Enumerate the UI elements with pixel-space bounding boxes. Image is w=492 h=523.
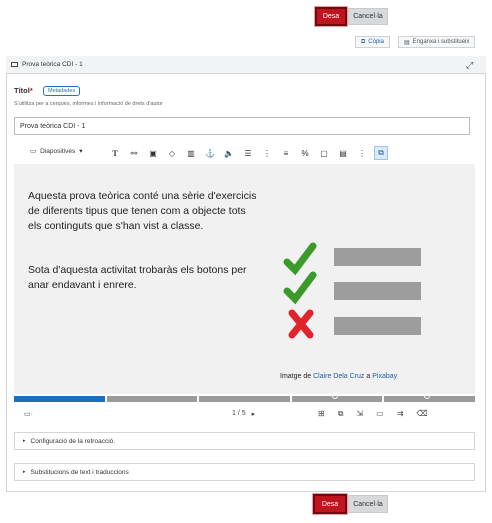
cross-mark bbox=[288, 309, 314, 339]
expand-icon[interactable]: ⤢ bbox=[466, 60, 473, 71]
line-bar-2 bbox=[334, 282, 421, 300]
save-button-bottom[interactable]: Desa bbox=[313, 494, 347, 514]
slide-settings-icon[interactable]: ▭· bbox=[24, 410, 33, 418]
paste-replace-button[interactable]: ▤ Enganxa i substitueix bbox=[398, 36, 476, 48]
anchor-icon[interactable]: ⚓ bbox=[203, 146, 217, 160]
slide-paragraph-2: Sota d'aquesta activitat trobaràs els bo… bbox=[28, 264, 247, 291]
feedback-accordion[interactable]: ▸ Configuració de la retroacció. bbox=[14, 432, 475, 450]
checklist-image bbox=[283, 242, 421, 339]
cancel-button-top[interactable]: Cancel·la bbox=[348, 8, 388, 25]
chevron-right-icon: ▸ bbox=[23, 438, 26, 444]
link-icon[interactable]: ⚯ bbox=[127, 146, 141, 160]
numbered-list-icon[interactable]: ⋮ bbox=[260, 146, 274, 160]
text-icon[interactable]: T bbox=[108, 146, 122, 160]
cancel-button-bottom[interactable]: Cancel·la bbox=[348, 495, 388, 513]
progress-segment-3[interactable] bbox=[199, 396, 290, 402]
card-title: Prova teòrica CDI - 1 bbox=[11, 61, 83, 68]
comment-slide-icon[interactable]: ▭ bbox=[376, 409, 384, 419]
slide-paragraph-1: Aquesta prova teòrica conté una sèrie d'… bbox=[28, 190, 257, 232]
title-help-text: S'utilitza per a cerques, informes i inf… bbox=[14, 101, 163, 107]
slide-pager: 1 / 5 ▸ bbox=[232, 410, 256, 418]
copy-button[interactable]: ⧉ Còpia bbox=[355, 36, 390, 48]
shapes-icon[interactable]: ◇ bbox=[165, 146, 179, 160]
duplicate-slide-icon[interactable]: ⧉ bbox=[338, 409, 344, 419]
save-button-top[interactable]: Desa bbox=[315, 7, 347, 26]
copy-slide-icon[interactable]: ⧉ bbox=[374, 146, 388, 160]
clipboard-icon: ▤ bbox=[404, 39, 410, 46]
line-bar-1 bbox=[334, 248, 421, 266]
slide-progress bbox=[14, 393, 475, 402]
title-label: Títol* bbox=[14, 86, 33, 95]
align-icon[interactable]: ☰ bbox=[241, 146, 255, 160]
chevron-down-icon: ▾ bbox=[79, 148, 83, 155]
substitutions-accordion[interactable]: ▸ Substitucions de text i traduccions bbox=[14, 463, 475, 481]
title-input[interactable]: Prova teòrica CDI - 1 bbox=[14, 117, 470, 135]
check-mark-2 bbox=[283, 271, 317, 305]
metadata-button[interactable]: Metadades bbox=[43, 86, 81, 96]
slides-dropdown[interactable]: ▭ Diapositives ▾ bbox=[30, 147, 83, 156]
monitor-icon bbox=[11, 62, 18, 67]
move-slide-icon[interactable]: ⇉ bbox=[397, 409, 404, 419]
bullet-list-icon[interactable]: ≡ bbox=[279, 146, 293, 160]
audio-icon[interactable]: 🔈 bbox=[222, 146, 236, 160]
check-mark-1 bbox=[283, 242, 317, 276]
next-slide-icon[interactable]: ▸ bbox=[252, 410, 256, 418]
line-bar-3 bbox=[334, 317, 421, 335]
add-slide-icon[interactable]: ⊞ bbox=[318, 409, 325, 419]
progress-segment-1[interactable] bbox=[14, 396, 105, 402]
image-credit: Imatge de Claire Dela Cruz a Pixabay bbox=[280, 373, 398, 380]
slide-actions: ⊞ ⧉ ⇲ ▭ ⇉ ⌫ bbox=[318, 409, 428, 419]
table-icon[interactable]: ▤ bbox=[336, 146, 350, 160]
video-icon[interactable]: ▥ bbox=[184, 146, 198, 160]
progress-segment-2[interactable] bbox=[106, 396, 198, 402]
more-icon[interactable]: ⋮ bbox=[355, 146, 369, 160]
image-icon[interactable]: ▣ bbox=[146, 146, 160, 160]
chevron-right-icon: ▸ bbox=[23, 469, 26, 475]
editor-toolbar: T ⚯ ▣ ◇ ▥ ⚓ 🔈 ☰ ⋮ ≡ % ▢ ▤ ⋮ ⧉ bbox=[108, 146, 388, 160]
comment-icon[interactable]: ▢ bbox=[317, 146, 331, 160]
slides-icon: ▭ bbox=[30, 148, 37, 155]
copy-icon: ⧉ bbox=[361, 38, 366, 45]
progress-segment-5[interactable] bbox=[384, 393, 475, 402]
delete-slide-icon[interactable]: ⌫ bbox=[416, 409, 427, 419]
credit-author-link[interactable]: Claire Dela Cruz bbox=[313, 373, 364, 380]
export-slide-icon[interactable]: ⇲ bbox=[356, 409, 363, 419]
percent-icon[interactable]: % bbox=[298, 146, 312, 160]
credit-site-link[interactable]: Pixabay bbox=[372, 373, 397, 380]
progress-segment-4[interactable] bbox=[291, 393, 383, 402]
